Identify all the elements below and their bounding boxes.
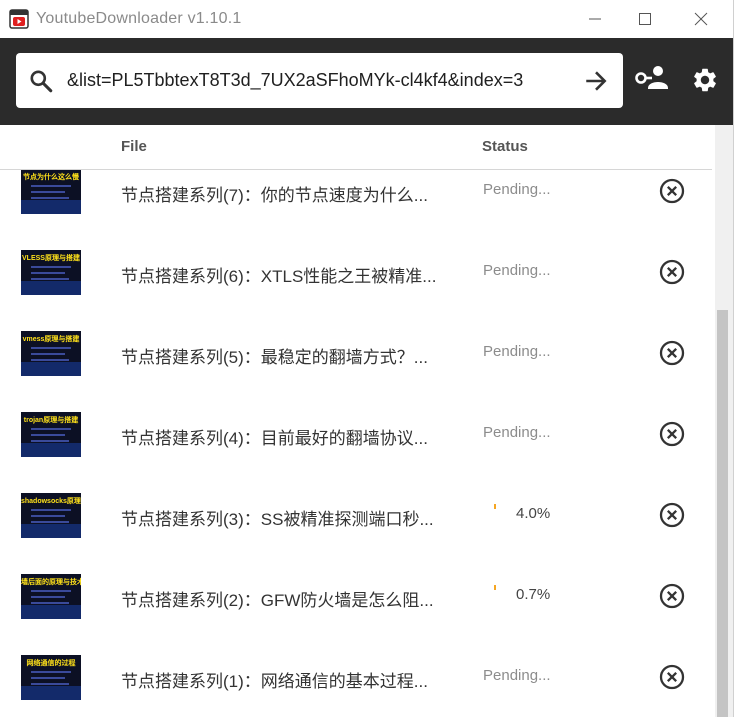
status-text: Pending... (483, 424, 551, 441)
progress-fill (494, 504, 496, 509)
cancel-icon[interactable] (659, 259, 685, 285)
video-thumbnail: 网络通信的过程 (21, 655, 81, 700)
user-key-icon[interactable] (634, 65, 668, 93)
download-list: 节点为什么这么慢 节点搭建系列(7)：你的节点速度为什么... Pending.… (0, 170, 712, 717)
toolbar (0, 38, 734, 125)
window-title: YoutubeDownloader v1.10.1 (36, 10, 242, 27)
arrow-right-icon[interactable] (583, 68, 609, 94)
thumbnail-caption: shadowsocks原理与搭建 (21, 498, 81, 505)
title-bar: YoutubeDownloader v1.10.1 (0, 0, 734, 38)
progress-indicator (494, 585, 504, 590)
video-thumbnail: vmess原理与搭建 (21, 331, 81, 376)
progress-percent: 0.7% (516, 586, 551, 603)
progress-fill (494, 585, 496, 590)
list-item[interactable]: shadowsocks原理与搭建 节点搭建系列(3)：SS被精准探测端口秒...… (0, 475, 712, 557)
thumbnail-caption: trojan原理与搭建 (23, 417, 79, 424)
file-title: 节点搭建系列(3)：SS被精准探测端口秒... (121, 510, 434, 529)
thumbnail-caption: 墙后面的原理与技术 (21, 579, 81, 586)
file-title: 节点搭建系列(4)：目前最好的翻墙协议... (121, 429, 428, 448)
file-title: 节点搭建系列(2)：GFW防火墙是怎么阻... (121, 591, 434, 610)
maximize-button[interactable] (622, 0, 668, 38)
column-header-file[interactable]: File (121, 138, 147, 155)
status-text: Pending... (483, 343, 551, 360)
cancel-icon[interactable] (659, 502, 685, 528)
video-thumbnail: shadowsocks原理与搭建 (21, 493, 81, 538)
progress-indicator (494, 504, 504, 509)
cancel-icon[interactable] (659, 340, 685, 366)
minimize-button[interactable] (572, 0, 618, 38)
list-item[interactable]: vmess原理与搭建 节点搭建系列(5)：最稳定的翻墙方式？... Pendin… (0, 313, 712, 395)
gear-icon[interactable] (691, 66, 719, 94)
thumbnail-caption: VLESS原理与搭建 (22, 255, 80, 262)
progress-percent: 4.0% (516, 505, 551, 522)
video-thumbnail: VLESS原理与搭建 (21, 250, 81, 295)
video-thumbnail: 墙后面的原理与技术 (21, 574, 81, 619)
list-item[interactable]: VLESS原理与搭建 节点搭建系列(6)：XTLS性能之王被精准... Pend… (0, 232, 712, 314)
cancel-icon[interactable] (659, 583, 685, 609)
file-title: 节点搭建系列(1)：网络通信的基本过程... (121, 672, 428, 691)
list-item[interactable]: 网络通信的过程 节点搭建系列(1)：网络通信的基本过程... Pending..… (0, 637, 712, 717)
cancel-icon[interactable] (659, 421, 685, 447)
list-item[interactable]: 节点为什么这么慢 节点搭建系列(7)：你的节点速度为什么... Pending.… (0, 170, 712, 233)
list-item[interactable]: 墙后面的原理与技术 节点搭建系列(2)：GFW防火墙是怎么阻... 0.7% (0, 556, 712, 638)
cancel-icon[interactable] (659, 178, 685, 204)
url-input[interactable] (67, 64, 567, 96)
file-title: 节点搭建系列(5)：最稳定的翻墙方式？... (121, 348, 428, 367)
thumbnail-caption: 网络通信的过程 (26, 660, 76, 667)
video-thumbnail: trojan原理与搭建 (21, 412, 81, 457)
scrollbar-thumb[interactable] (717, 310, 728, 717)
close-button[interactable] (678, 0, 724, 38)
status-text: Pending... (483, 181, 551, 198)
status-text: Pending... (483, 262, 551, 279)
cancel-icon[interactable] (659, 664, 685, 690)
video-thumbnail: 节点为什么这么慢 (21, 170, 81, 214)
youtube-downloader-app-icon (9, 9, 29, 29)
file-title: 节点搭建系列(6)：XTLS性能之王被精准... (121, 267, 437, 286)
search-icon (30, 70, 53, 93)
table-header: File Status (0, 125, 712, 170)
url-box (16, 53, 623, 108)
status-text: Pending... (483, 667, 551, 684)
column-header-status[interactable]: Status (482, 138, 528, 155)
file-title: 节点搭建系列(7)：你的节点速度为什么... (121, 186, 428, 205)
vertical-scrollbar[interactable] (715, 125, 734, 717)
thumbnail-caption: vmess原理与搭建 (22, 336, 80, 343)
minimize-icon (589, 18, 601, 20)
list-item[interactable]: trojan原理与搭建 节点搭建系列(4)：目前最好的翻墙协议... Pendi… (0, 394, 712, 476)
thumbnail-caption: 节点为什么这么慢 (23, 174, 79, 181)
close-icon (694, 12, 708, 26)
maximize-icon (639, 13, 651, 25)
